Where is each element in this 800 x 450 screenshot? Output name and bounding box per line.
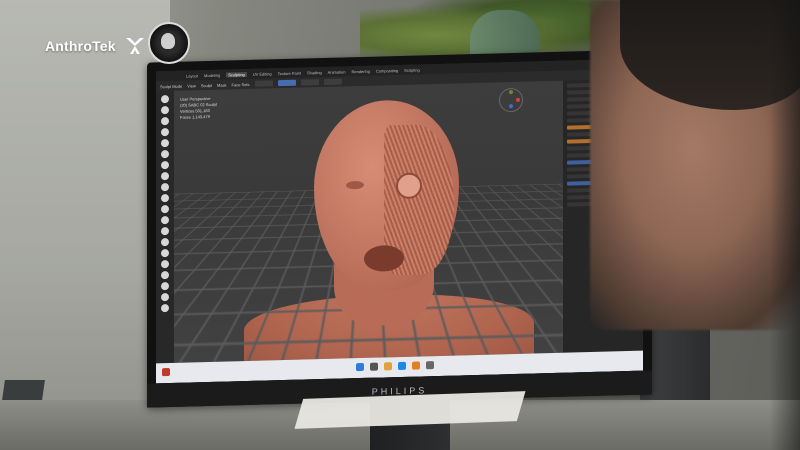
monitor-screen: Layout Modeling Sculpting UV Editing Tex… bbox=[156, 59, 643, 384]
workspace-tab[interactable]: Layout bbox=[186, 73, 198, 78]
brand-logo: AnthroTek bbox=[45, 36, 146, 56]
navigation-gizmo[interactable] bbox=[499, 88, 523, 113]
brush-setting-button[interactable] bbox=[255, 80, 273, 86]
viewport-info-line: Faces 1,143,479 bbox=[180, 114, 217, 121]
crease-brush-icon[interactable] bbox=[161, 161, 169, 169]
viewport-info: User Perspective (20) SABC 02 Sculpt Ver… bbox=[180, 96, 217, 121]
vignette bbox=[770, 0, 800, 450]
snake-hook-brush-icon[interactable] bbox=[161, 238, 169, 246]
sculpt-toolbar bbox=[156, 91, 174, 363]
blob-brush-icon[interactable] bbox=[161, 150, 169, 158]
clay-strips-brush-icon[interactable] bbox=[161, 117, 169, 125]
folder-icon[interactable] bbox=[384, 362, 392, 370]
view-menu[interactable]: View bbox=[187, 83, 196, 88]
layer-brush-icon[interactable] bbox=[161, 128, 169, 136]
grab-brush-icon[interactable] bbox=[161, 227, 169, 235]
y-axis-icon[interactable] bbox=[509, 90, 513, 94]
brand-name: AnthroTek bbox=[45, 38, 116, 54]
anthrotek-logo-icon bbox=[124, 36, 146, 56]
pose-brush-icon[interactable] bbox=[161, 260, 169, 268]
fill-brush-icon[interactable] bbox=[161, 194, 169, 202]
mask-brush-icon[interactable] bbox=[161, 293, 169, 301]
search-icon[interactable] bbox=[370, 363, 378, 371]
workspace-tab[interactable]: Modeling bbox=[204, 72, 220, 77]
start-icon[interactable] bbox=[356, 363, 364, 371]
thumb-brush-icon[interactable] bbox=[161, 249, 169, 257]
skull-emblem-icon bbox=[148, 22, 190, 64]
workspace-tab[interactable]: Rendering bbox=[351, 68, 369, 73]
workspace-tab[interactable]: Compositing bbox=[376, 68, 398, 74]
workspace-tab[interactable]: Animation bbox=[328, 69, 346, 74]
sculpt-menu[interactable]: Sculpt bbox=[201, 82, 212, 87]
workspace-tab[interactable]: UV Editing bbox=[253, 71, 272, 76]
inflate-brush-icon[interactable] bbox=[161, 139, 169, 147]
3d-viewport[interactable]: User Perspective (20) SABC 02 Sculpt Ver… bbox=[174, 81, 563, 363]
mode-selector[interactable]: Sculpt Mode bbox=[160, 83, 182, 89]
x-axis-icon[interactable] bbox=[516, 98, 520, 102]
face-sets-menu[interactable]: Face Sets bbox=[232, 81, 250, 86]
scrape-brush-icon[interactable] bbox=[161, 205, 169, 213]
draw-brush-icon[interactable] bbox=[161, 95, 169, 103]
photo-scene: Layout Modeling Sculpting UV Editing Tex… bbox=[0, 0, 800, 450]
box-mask-icon[interactable] bbox=[161, 304, 169, 312]
mask-menu[interactable]: Mask bbox=[217, 82, 227, 87]
strength-button[interactable] bbox=[278, 80, 296, 86]
nudge-brush-icon[interactable] bbox=[161, 271, 169, 279]
workspace-tab[interactable]: Shading bbox=[307, 70, 322, 75]
workspace-tab-active[interactable]: Sculpting bbox=[226, 72, 246, 78]
app-icon[interactable] bbox=[162, 368, 170, 376]
clay-brush-icon[interactable] bbox=[161, 106, 169, 114]
flatten-brush-icon[interactable] bbox=[161, 183, 169, 191]
blender-icon[interactable] bbox=[412, 361, 420, 369]
monitor: Layout Modeling Sculpting UV Editing Tex… bbox=[147, 49, 652, 407]
workspace-tab[interactable]: Texture Paint bbox=[278, 70, 301, 76]
smooth-brush-icon[interactable] bbox=[161, 172, 169, 180]
rotate-brush-icon[interactable] bbox=[161, 282, 169, 290]
pinch-brush-icon[interactable] bbox=[161, 216, 169, 224]
workspace-tab[interactable]: Scripting bbox=[404, 67, 420, 72]
brush-option-button[interactable] bbox=[324, 79, 342, 85]
radius-button[interactable] bbox=[301, 79, 319, 85]
browser-icon[interactable] bbox=[398, 362, 406, 370]
app-icon[interactable] bbox=[426, 361, 434, 369]
z-axis-icon[interactable] bbox=[509, 104, 513, 108]
